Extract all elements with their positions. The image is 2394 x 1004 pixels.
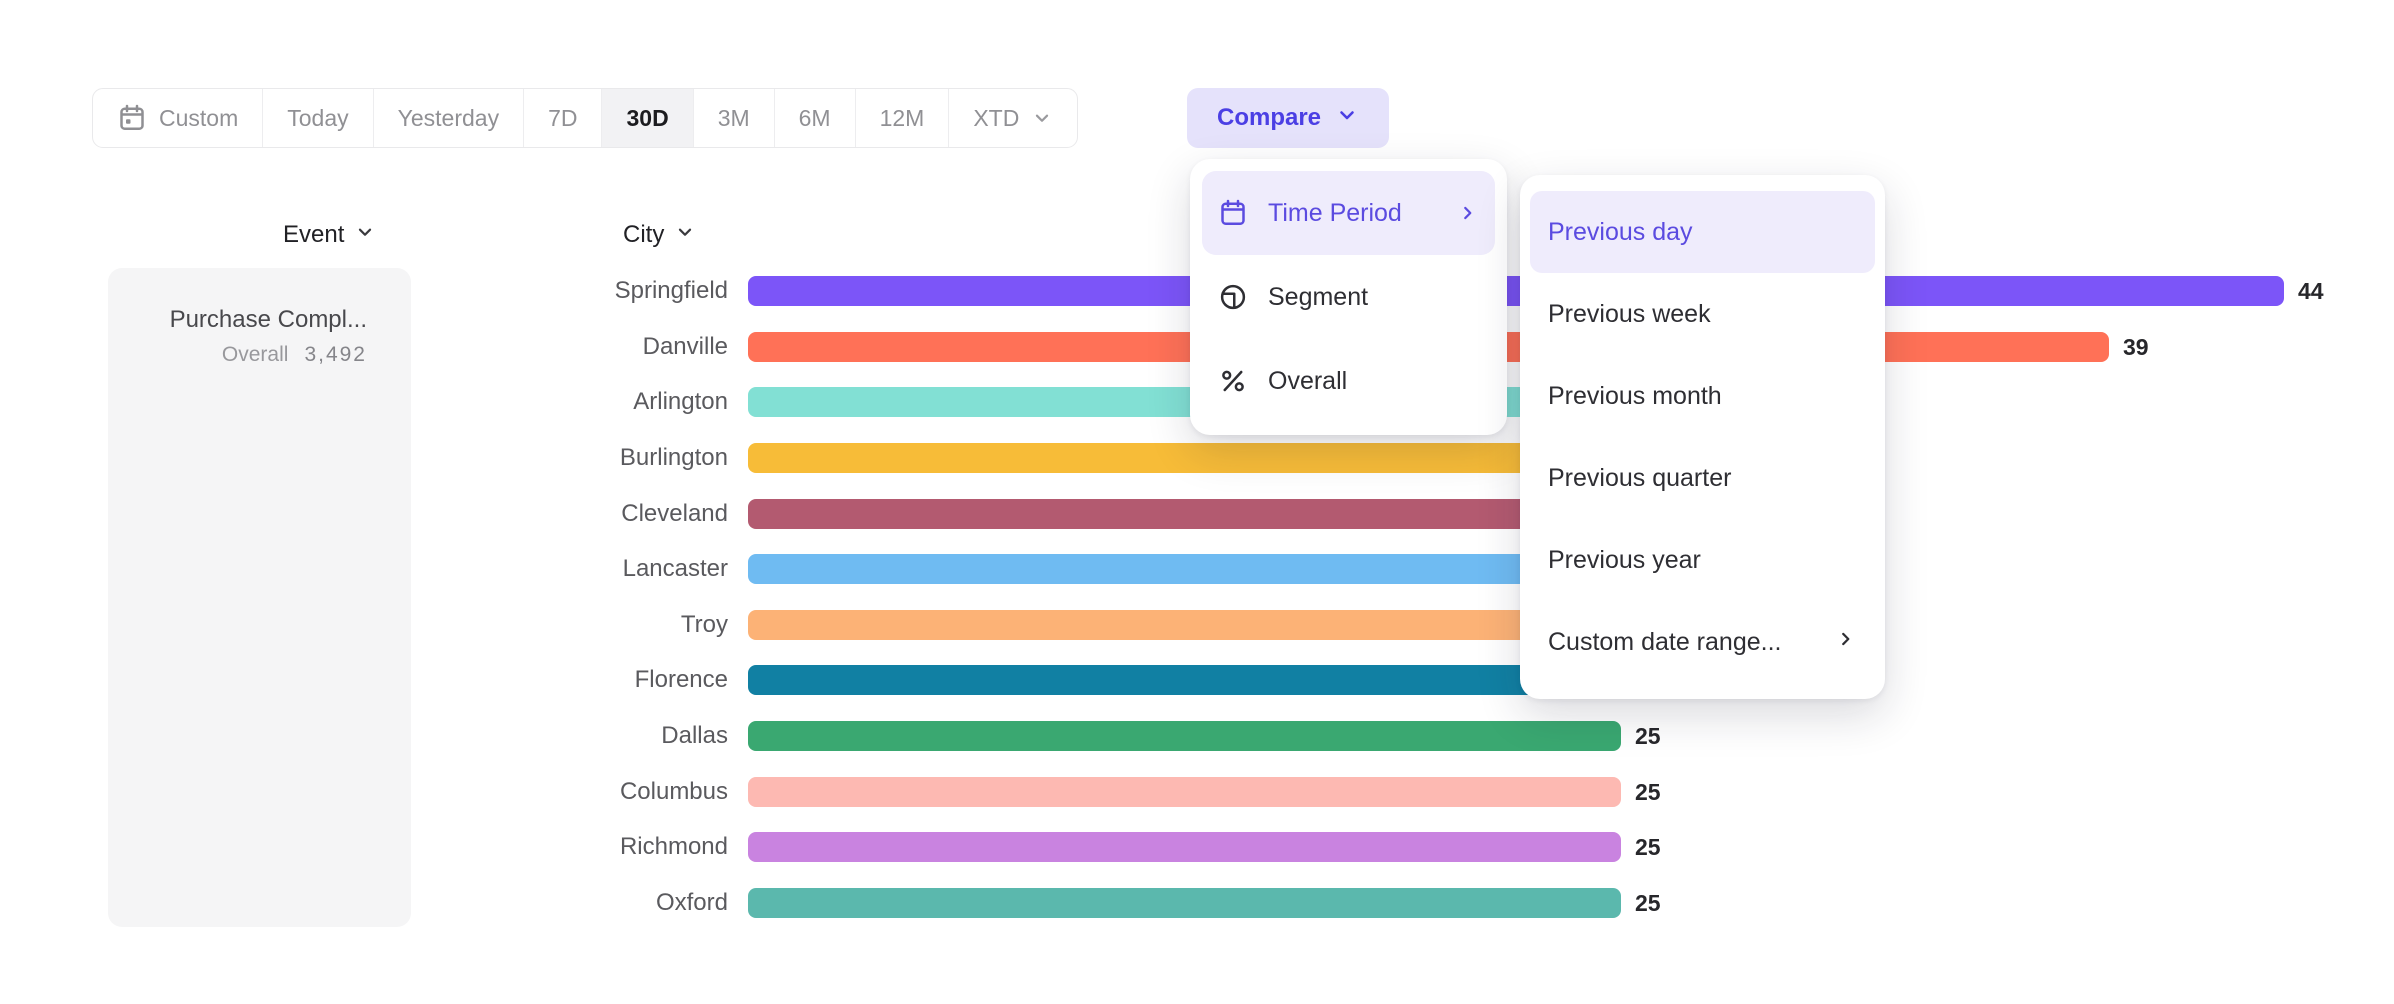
date-range-toolbar: Custom Today Yesterday 7D 30D 3M 6M 12M XTD [92,88,1078,148]
event-header-label: Event [283,221,344,249]
toolbar-button-label: Custom [159,105,238,132]
bar-value: 25 [1635,779,1661,805]
percent-icon [1218,366,1248,396]
toolbar-button-label: Today [287,105,348,132]
bar-springfield[interactable] [748,276,2284,306]
calendar-icon [117,103,147,133]
event-column-header[interactable]: Event [283,220,376,250]
toolbar-button-3m[interactable]: 3M [694,89,775,147]
app-canvas: Custom Today Yesterday 7D 30D 3M 6M 12M XTD Comp… [0,0,2394,1004]
chevron-right-icon [1835,628,1857,657]
toolbar-button-label: Yesterday [398,105,499,132]
compare-dropdown-menu: Time Period Segment Overall [1190,159,1507,435]
city-label: Lancaster [418,555,728,583]
toolbar-button-yesterday[interactable]: Yesterday [374,89,524,147]
submenu-item-previous-year[interactable]: Previous year [1530,519,1875,601]
toolbar-button-label: XTD [973,105,1019,132]
submenu-item-label: Previous quarter [1548,464,1731,493]
bar-value: 25 [1635,723,1661,749]
event-item-purchase-completed[interactable]: Purchase Compl... Overall 3,492 [108,268,411,367]
overall-value: 3,492 [304,343,367,367]
bar-value: 25 [1635,890,1661,916]
bar-oxford[interactable] [748,888,1621,918]
time-period-submenu: Previous day Previous week Previous month P… [1520,175,1885,699]
overall-label: Overall [222,343,289,367]
menu-item-label: Overall [1268,367,1347,396]
city-column-header[interactable]: City [623,220,696,250]
toolbar-button-6m[interactable]: 6M [775,89,856,147]
submenu-item-custom-date-range[interactable]: Custom date range... [1530,601,1875,683]
submenu-item-previous-month[interactable]: Previous month [1530,355,1875,437]
toolbar-button-xtd[interactable]: XTD [949,89,1077,147]
menu-item-label: Time Period [1268,199,1402,228]
compare-label: Compare [1217,104,1321,132]
submenu-item-previous-week[interactable]: Previous week [1530,273,1875,355]
toolbar-button-label: 6M [799,105,831,132]
city-label: Danville [418,333,728,361]
city-header-label: City [623,221,664,249]
bar-value: 39 [2123,334,2149,360]
menu-item-segment[interactable]: Segment [1202,255,1495,339]
city-label: Dallas [418,722,728,750]
toolbar-button-12m[interactable]: 12M [856,89,950,147]
menu-item-time-period[interactable]: Time Period [1202,171,1495,255]
event-panel: Purchase Compl... Overall 3,492 [108,268,411,927]
event-item-title: Purchase Compl... [128,306,367,334]
event-item-subtitle: Overall 3,492 [128,343,367,367]
toolbar-button-label: 12M [880,105,925,132]
city-label: Oxford [418,889,728,917]
compare-button[interactable]: Compare [1187,88,1389,148]
city-label: Arlington [418,388,728,416]
city-label: Florence [418,666,728,694]
toolbar-button-7d[interactable]: 7D [524,89,602,147]
submenu-item-label: Custom date range... [1548,628,1781,657]
toolbar-button-label: 30D [626,105,668,132]
toolbar-button-custom[interactable]: Custom [93,89,263,147]
chevron-right-icon [1457,202,1479,224]
submenu-item-previous-quarter[interactable]: Previous quarter [1530,437,1875,519]
bar-value: 25 [1635,834,1661,860]
submenu-item-label: Previous week [1548,300,1711,329]
chevron-down-icon [354,221,376,250]
menu-item-overall[interactable]: Overall [1202,339,1495,423]
chevron-down-icon [1335,103,1359,134]
toolbar-button-label: 3M [718,105,750,132]
city-label: Troy [418,611,728,639]
city-label: Columbus [418,778,728,806]
submenu-item-label: Previous month [1548,382,1722,411]
submenu-item-label: Previous day [1548,218,1693,247]
city-label: Cleveland [418,500,728,528]
submenu-item-previous-day[interactable]: Previous day [1530,191,1875,273]
toolbar-button-today[interactable]: Today [263,89,373,147]
chevron-down-icon [1031,107,1053,129]
bar-richmond[interactable] [748,832,1621,862]
bar-dallas[interactable] [748,721,1621,751]
toolbar-button-30d[interactable]: 30D [602,89,693,147]
submenu-item-label: Previous year [1548,546,1701,575]
toolbar-button-label: 7D [548,105,577,132]
city-label: Richmond [418,833,728,861]
city-label: Springfield [418,277,728,305]
menu-item-label: Segment [1268,283,1368,312]
calendar-icon [1218,198,1248,228]
segment-icon [1218,282,1248,312]
city-label: Burlington [418,444,728,472]
chevron-down-icon [674,221,696,250]
bar-value: 44 [2298,278,2324,304]
bar-columbus[interactable] [748,777,1621,807]
